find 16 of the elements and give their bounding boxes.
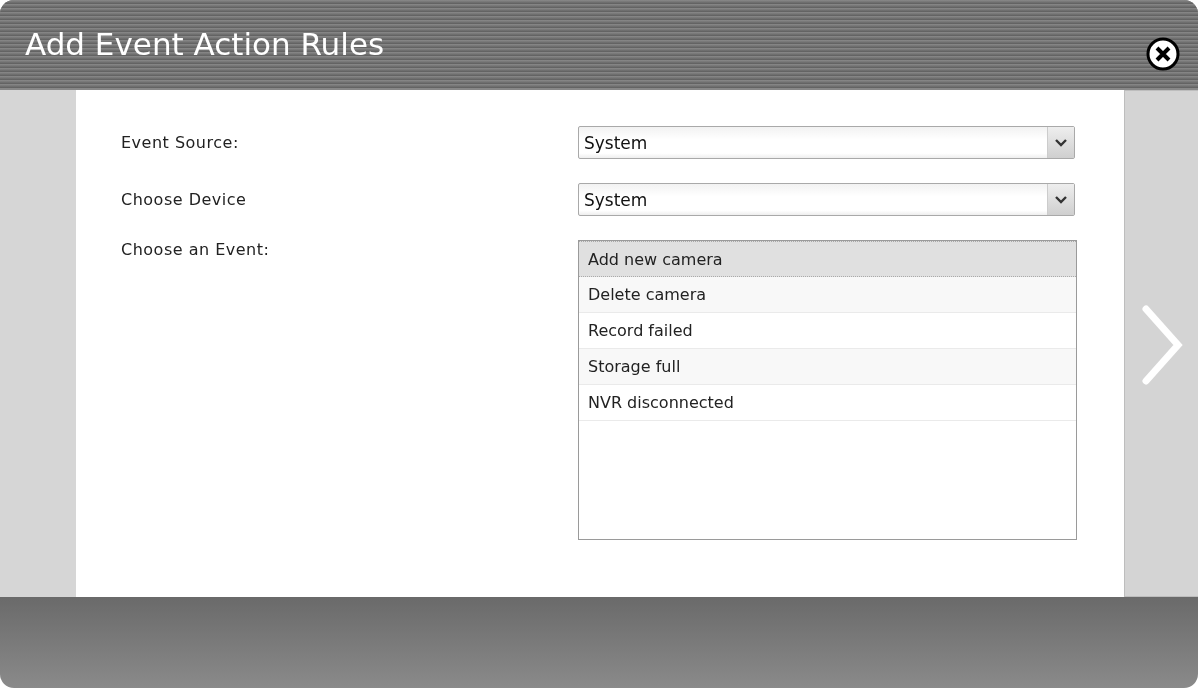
dropdown-field[interactable]: System [578,126,1075,159]
window-title: Add Event Action Rules [25,26,385,62]
event-list-item[interactable]: Delete camera [579,277,1076,313]
field-label: Choose Device [121,189,248,211]
event-list-item[interactable]: Add new camera [579,241,1076,277]
chevron-down-icon [1055,138,1067,147]
event-list-item[interactable]: Storage full [579,349,1076,385]
field-label: Event Source: [121,132,240,154]
chevron-right-icon [1139,305,1184,385]
chevron-down-icon [1055,195,1067,204]
close-button[interactable] [1146,37,1180,71]
dropdown-value: System [583,131,649,155]
dropdown-field[interactable]: System [578,183,1075,216]
field-label: Choose an Event: [121,240,271,261]
close-icon [1146,37,1180,71]
dropdown-value: System [583,188,649,212]
